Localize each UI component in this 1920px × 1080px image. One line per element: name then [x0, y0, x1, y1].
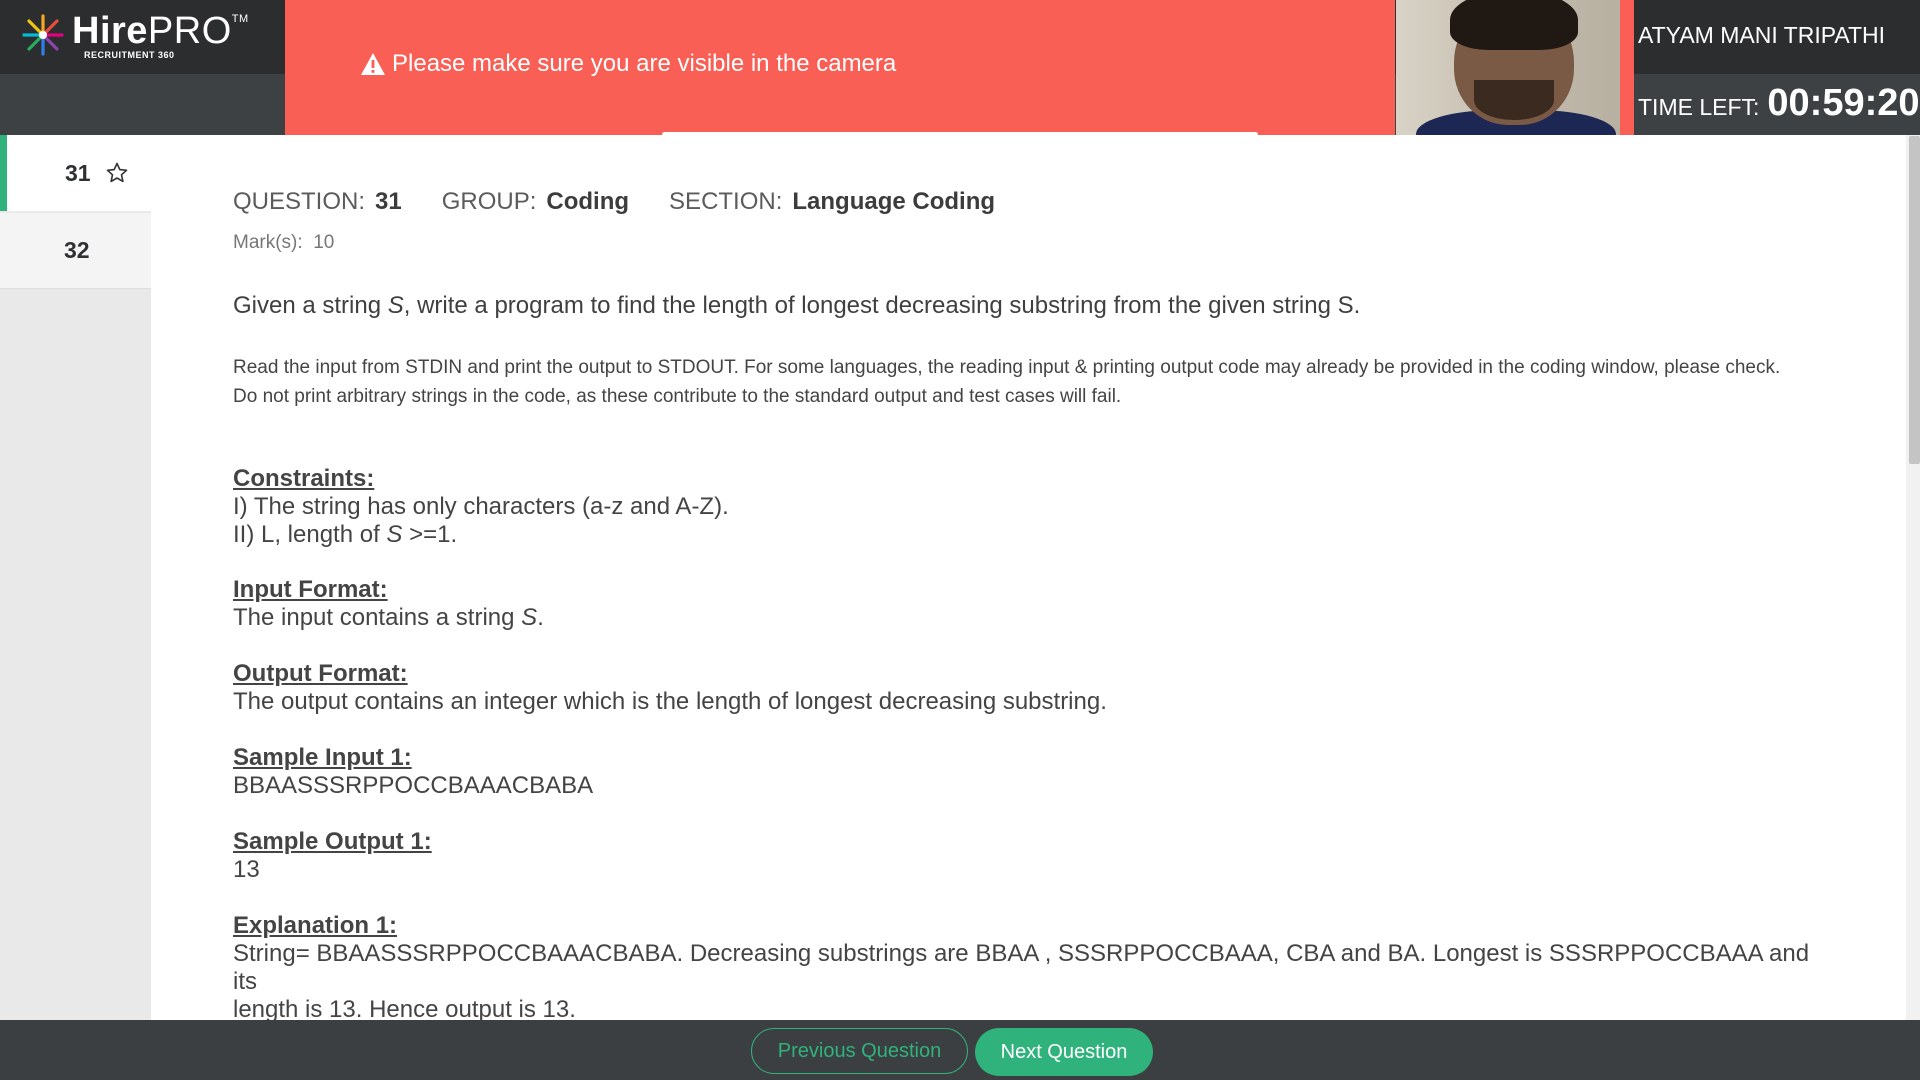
logo-text: HirePROTM RECRUITMENT 360: [72, 12, 249, 60]
constraint-variable: S: [386, 521, 403, 548]
timer-value: 00:59:20: [1767, 82, 1920, 124]
constraints-heading: Constraints:: [233, 465, 375, 492]
logo-burst-icon: [22, 14, 64, 56]
warning-triangle-icon: [361, 52, 385, 75]
logo-trademark: TM: [231, 13, 249, 25]
group-label: GROUP:: [441, 188, 537, 215]
sample-input-body: BBAASSSRPPOCCBAAACBABA: [233, 772, 594, 799]
timer-label: TIME LEFT:: [1638, 94, 1760, 120]
io-instructions: Read the input from STDIN and print the …: [233, 353, 1813, 411]
star-outline-icon[interactable]: [105, 161, 129, 185]
explanation-heading: Explanation 1:: [233, 912, 398, 939]
title-variable: S: [387, 292, 404, 319]
output-format-heading: Output Format:: [233, 660, 408, 687]
output-format-section: Output Format: The output contains an in…: [233, 660, 1813, 716]
question-number: 32: [64, 237, 90, 263]
question-label: QUESTION:: [233, 188, 366, 215]
sidebar-question-32[interactable]: 32: [0, 213, 151, 289]
sample-output-heading: Sample Output 1:: [233, 828, 432, 855]
question-meta: QUESTION: 31 GROUP: Coding SECTION: Lang…: [233, 188, 995, 216]
question-number: 31: [65, 159, 91, 186]
constraint-item: II) L, length of S >=1.: [233, 521, 1813, 549]
title-text: Given a string: [233, 292, 388, 319]
section-meta: SECTION: Language Coding: [669, 188, 995, 216]
instruction-line: Do not print arbitrary strings in the co…: [233, 386, 1122, 407]
camera-warning-banner: Please make sure you are visible in the …: [285, 0, 1395, 135]
sample-output-section: Sample Output 1: 13: [233, 828, 1813, 884]
sample-output-body: 13: [233, 856, 260, 883]
section-value: Language Coding: [792, 188, 996, 215]
webcam-preview: [1396, 0, 1621, 135]
sample-input-section: Sample Input 1: BBAASSSRPPOCCBAAACBABA: [233, 744, 1813, 800]
input-format-heading: Input Format:: [233, 576, 388, 603]
explanation-line: String= BBAASSSRPPOCCBAAACBABA. Decreasi…: [233, 940, 1810, 995]
camera-warning-message: Please make sure you are visible in the …: [392, 49, 897, 77]
timer: TIME LEFT: 00:59:20: [1638, 82, 1920, 125]
input-format-text-rest: .: [537, 604, 544, 631]
title-text-rest: , write a program to find the length of …: [403, 292, 1361, 319]
logo-tagline: RECRUITMENT 360: [84, 50, 175, 60]
section-label: SECTION:: [669, 188, 783, 215]
content-scrollbar-thumb[interactable]: [1909, 136, 1920, 464]
input-format-text: The input contains a string: [233, 604, 522, 631]
logo-pro: PRO: [147, 10, 232, 52]
input-format-variable: S: [521, 604, 538, 631]
constraints-section: Constraints: I) The string has only char…: [233, 465, 1813, 549]
previous-question-button[interactable]: Previous Question: [751, 1028, 968, 1074]
constraint-item: I) The string has only characters (a-z a…: [233, 493, 729, 520]
instruction-line: Read the input from STDIN and print the …: [233, 357, 1781, 378]
sample-input-heading: Sample Input 1:: [233, 744, 412, 771]
marks-label: Mark(s):: [233, 232, 303, 253]
question-title: Given a string S, write a program to fin…: [233, 292, 1813, 320]
next-question-button[interactable]: Next Question: [975, 1028, 1153, 1076]
webcam-person-hair: [1450, 0, 1578, 50]
question-sidebar: 31 32: [0, 135, 151, 1020]
explanation-section: Explanation 1: String= BBAASSSRPPOCCBAAA…: [233, 912, 1813, 1024]
question-number-value: 31: [375, 188, 402, 215]
group-value: Coding: [546, 188, 630, 215]
group-meta: GROUP: Coding: [442, 188, 629, 216]
output-format-body: The output contains an integer which is …: [233, 688, 1107, 715]
webcam-border: [1620, 0, 1634, 135]
input-format-body: The input contains a string S.: [233, 604, 1813, 632]
logo-hire: Hire: [72, 10, 148, 52]
input-format-section: Input Format: The input contains a strin…: [233, 576, 1813, 632]
constraint-text-rest: >=1.: [402, 521, 458, 548]
webcam-person-beard: [1474, 80, 1554, 120]
candidate-name: ATYAM MANI TRIPATHI: [1638, 22, 1886, 48]
logo-wordmark: HirePROTM: [72, 12, 249, 50]
constraint-text: II) L, length of: [233, 521, 387, 548]
marks: Mark(s): 10: [233, 232, 334, 254]
hirepro-logo: HirePROTM RECRUITMENT 360: [20, 12, 249, 62]
marks-value: 10: [313, 232, 335, 253]
sidebar-question-31[interactable]: 31: [0, 135, 151, 211]
